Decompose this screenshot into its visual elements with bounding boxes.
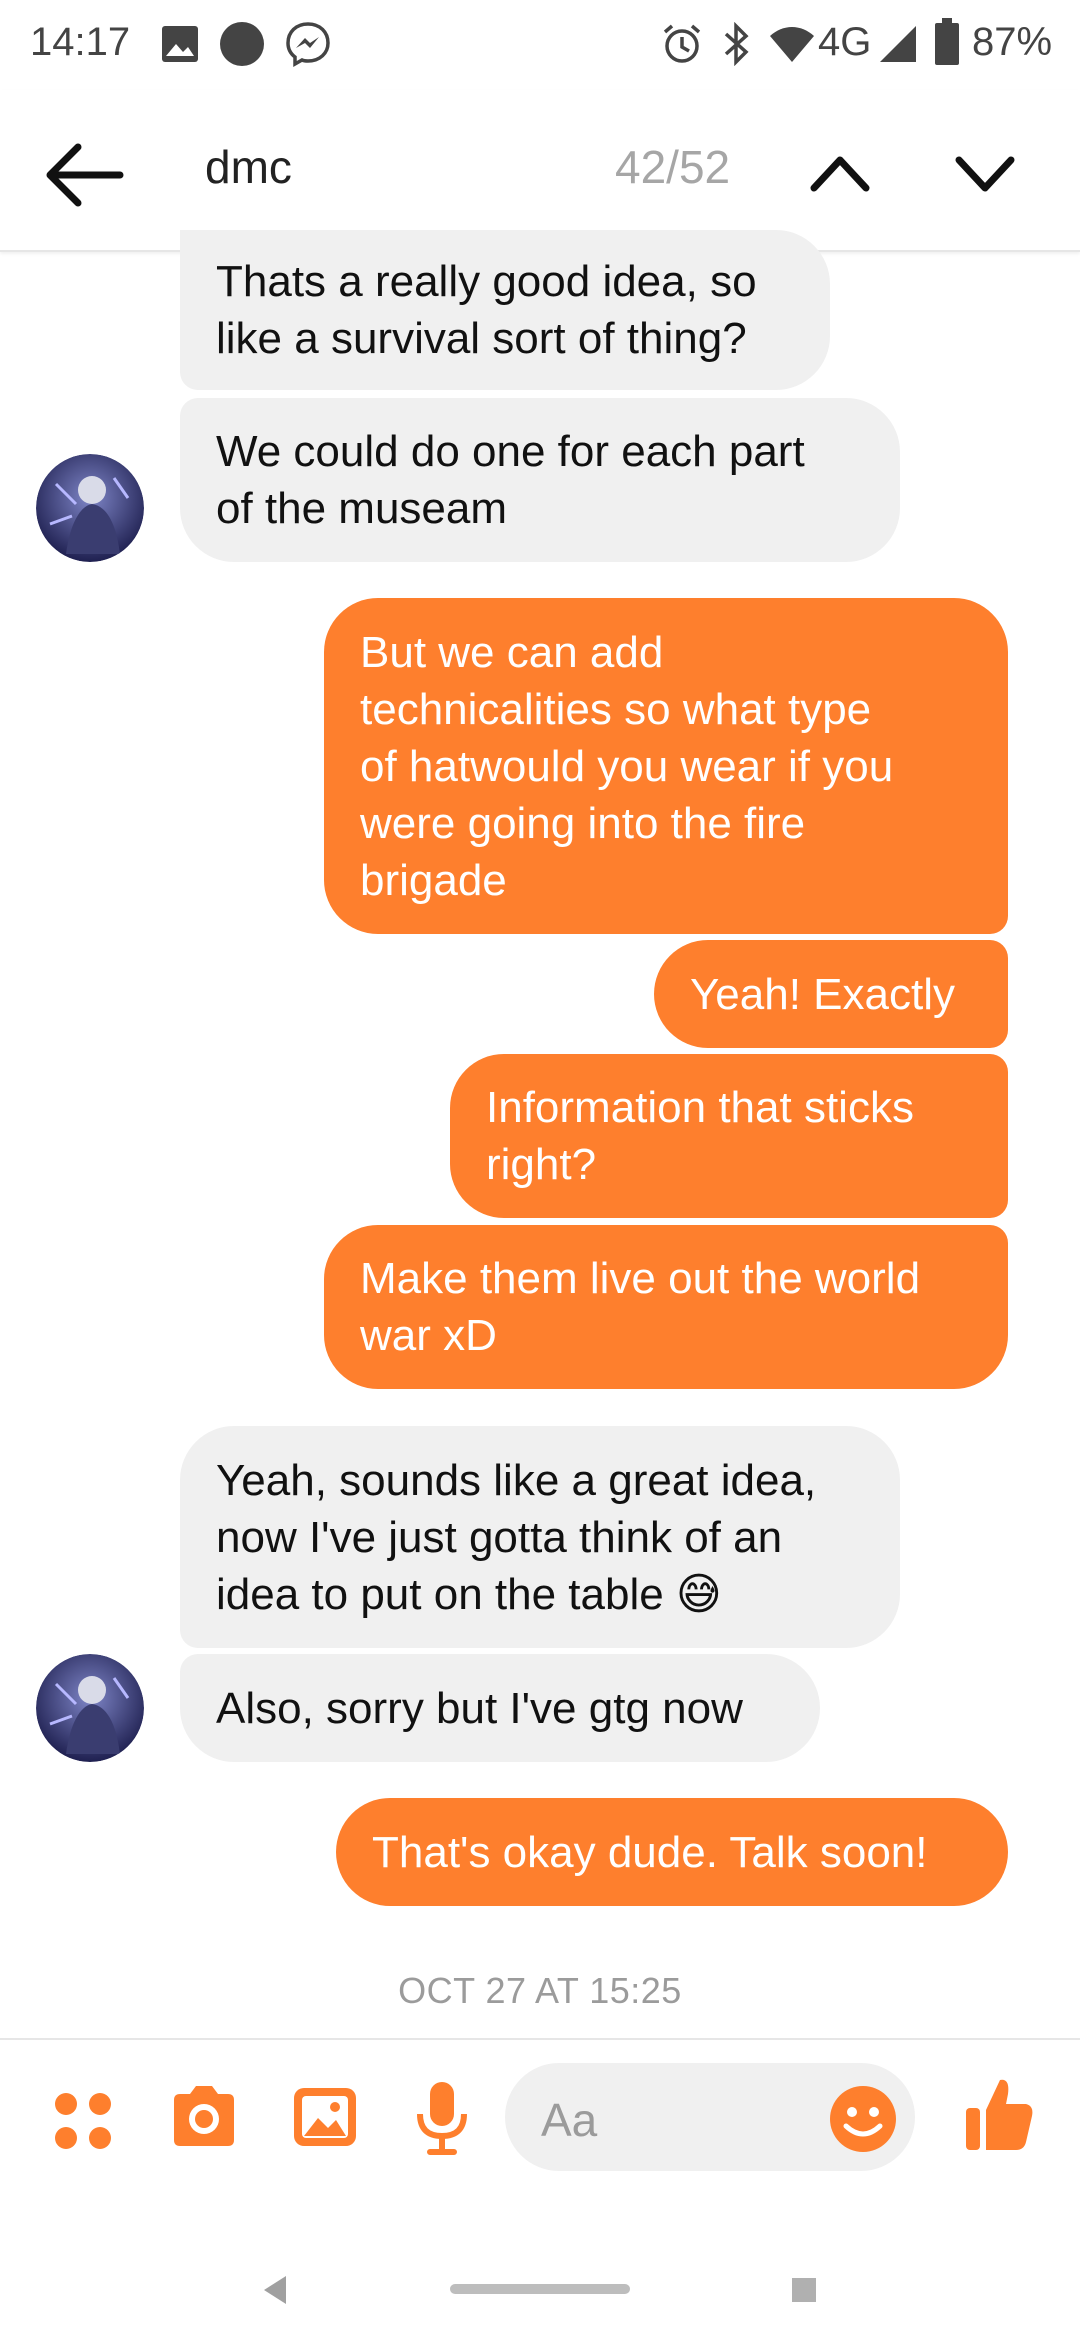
message-text: Thats a really good idea, so like a surv…	[216, 257, 757, 363]
signal-icon	[880, 26, 916, 62]
message-text: Also, sorry but I've gtg now	[216, 1683, 743, 1733]
message-bubble-received[interactable]: Also, sorry but I've gtg now	[180, 1654, 820, 1762]
message-bubble-sent[interactable]: Yeah! Exactly	[654, 940, 1008, 1048]
battery-percent: 87%	[972, 20, 1053, 64]
message-text: Yeah, sounds like a great idea, now I've…	[216, 1455, 817, 1619]
chevron-up-icon[interactable]	[800, 138, 880, 208]
message-bubble-received[interactable]: We could do one for each part of the mus…	[180, 398, 900, 562]
message-text: Yeah! Exactly	[690, 969, 955, 1019]
messenger-icon	[286, 22, 330, 68]
message-bubble-received[interactable]: Yeah, sounds like a great idea, now I've…	[180, 1426, 900, 1648]
message-text: Information that sticks right?	[486, 1083, 914, 1189]
bluetooth-icon	[724, 22, 749, 66]
message-text: That's okay dude. Talk soon!	[372, 1827, 928, 1877]
back-arrow-icon[interactable]	[40, 135, 130, 215]
microphone-icon[interactable]	[412, 2078, 472, 2158]
search-query-text[interactable]: dmc	[205, 140, 292, 194]
emoji-icon[interactable]	[828, 2084, 898, 2154]
message-text: We could do one for each part of the mus…	[216, 427, 805, 533]
message-bubble-sent[interactable]: Information that sticks right?	[450, 1054, 1008, 1218]
search-header: dmc 42/52	[0, 90, 1080, 252]
message-timestamp: OCT 27 AT 15:25	[398, 1970, 682, 2011]
battery-icon	[935, 18, 959, 65]
messenger-conversation-screen: 14:17 4G 87% dmc 42/52 Thats a really go…	[0, 0, 1080, 2340]
apps-icon[interactable]	[52, 2090, 114, 2152]
contact-avatar[interactable]	[36, 1654, 144, 1762]
chevron-down-icon[interactable]	[945, 138, 1025, 208]
status-time: 14:17	[30, 20, 131, 64]
message-text: Make them live out the world war xD	[360, 1254, 921, 1360]
image-icon	[162, 26, 198, 62]
camera-icon[interactable]	[168, 2082, 240, 2152]
message-text: But we can add technicalities so what ty…	[360, 627, 894, 905]
message-bubble-received[interactable]: Thats a really good idea, so like a surv…	[180, 230, 830, 390]
message-bubble-sent[interactable]: Make them live out the world war xD	[324, 1225, 1008, 1389]
network-type: 4G	[818, 20, 872, 64]
nav-recents-icon[interactable]	[792, 2278, 816, 2302]
search-match-count: 42/52	[615, 141, 731, 193]
message-bubble-sent[interactable]: That's okay dude. Talk soon!	[336, 1798, 1008, 1906]
nav-back-icon[interactable]	[262, 2274, 288, 2306]
contact-avatar[interactable]	[36, 454, 144, 562]
nav-home-pill[interactable]	[450, 2284, 630, 2294]
thumbs-up-icon[interactable]	[962, 2074, 1036, 2154]
message-input-placeholder: Aa	[541, 2094, 598, 2146]
alarm-icon	[663, 24, 701, 63]
status-bar: 14:17 4G 87%	[0, 0, 1080, 90]
message-bubble-sent[interactable]: But we can add technicalities so what ty…	[324, 598, 1008, 934]
circle-icon	[220, 22, 264, 66]
gallery-icon[interactable]	[290, 2082, 360, 2152]
wifi-icon	[770, 27, 814, 62]
system-navigation-bar	[0, 2238, 1080, 2340]
